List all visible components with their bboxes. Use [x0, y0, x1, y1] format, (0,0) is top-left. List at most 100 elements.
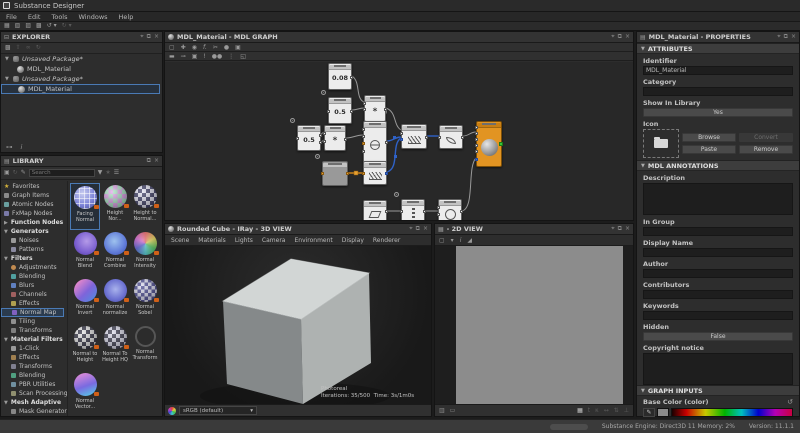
library-category-tiling[interactable]: Tiling: [1, 317, 67, 326]
library-item-normal-combine[interactable]: Normal Combine: [100, 230, 130, 277]
fit-icon[interactable]: ▢: [439, 237, 445, 244]
library-category-fxmap-nodes[interactable]: FxMap Nodes: [1, 209, 67, 218]
menu-environment[interactable]: Environment: [294, 237, 332, 244]
hidden-toggle[interactable]: False: [643, 332, 793, 341]
new-graph-icon[interactable]: ▧: [15, 22, 21, 30]
comment-icon[interactable]: ▬: [169, 53, 175, 60]
library-category-channels[interactable]: Channels: [1, 290, 67, 299]
library-item-normal-intensity[interactable]: Normal Intensity: [130, 230, 160, 277]
graph-node-constant-05b[interactable]: 0.5: [297, 125, 321, 151]
library-category-adjustments[interactable]: Adjustments: [1, 263, 67, 272]
menu-camera[interactable]: Camera: [262, 237, 286, 244]
library-item-normal-normalize[interactable]: Normal normalize: [100, 277, 130, 324]
refresh-icon[interactable]: ↻: [13, 169, 18, 177]
tree-package-2[interactable]: ▼ Unsaved Package*: [1, 74, 162, 84]
search-input[interactable]: [29, 169, 95, 177]
graph-node-curve[interactable]: [363, 121, 387, 163]
library-category-blurs[interactable]: Blurs: [1, 281, 67, 290]
in-group-field[interactable]: [643, 227, 793, 236]
library-category-normal-map[interactable]: Normal Map: [1, 308, 64, 317]
contributors-field[interactable]: [643, 290, 793, 299]
graph-node-material-output[interactable]: [476, 121, 502, 167]
tree-package-1[interactable]: ▼ Unsaved Package*: [1, 54, 162, 64]
graph-node-surface[interactable]: [439, 125, 463, 149]
author-field[interactable]: [643, 269, 793, 278]
move-icon[interactable]: ✚: [181, 44, 186, 51]
info-icon[interactable]: i: [21, 143, 23, 151]
float-icon[interactable]: ⧉: [147, 33, 151, 41]
paste-button[interactable]: Paste: [682, 145, 736, 154]
section-attributes[interactable]: ▼ ATTRIBUTES: [637, 43, 799, 54]
menu-tools[interactable]: Tools: [51, 13, 67, 21]
float-icon[interactable]: ⧉: [416, 225, 420, 233]
fit-view-icon[interactable]: ▢: [169, 44, 175, 51]
show-in-library-toggle[interactable]: Yes: [643, 108, 793, 117]
menu-edit[interactable]: Edit: [28, 13, 41, 21]
menu-help[interactable]: Help: [119, 13, 134, 21]
menu-windows[interactable]: Windows: [79, 13, 108, 21]
close-icon[interactable]: ×: [625, 225, 630, 233]
chevron-down-icon[interactable]: ▼: [5, 76, 10, 82]
keywords-field[interactable]: [643, 311, 793, 320]
library-category-blending-2[interactable]: Blending: [1, 371, 67, 380]
link-mode-icon[interactable]: ⊸: [181, 53, 186, 60]
preview-icon[interactable]: ▣: [192, 53, 198, 60]
library-category-generators[interactable]: ▼Generators: [1, 227, 67, 236]
remove-button[interactable]: Remove: [739, 145, 793, 154]
colorspace-select[interactable]: sRGB (default) ▾: [179, 406, 257, 415]
section-graph-inputs[interactable]: ▼ GRAPH INPUTS: [637, 385, 799, 396]
library-item-normal-invert[interactable]: Normal Invert: [70, 277, 100, 324]
save-icon[interactable]: ▩: [36, 22, 42, 30]
arrow-icon[interactable]: ↔: [604, 407, 609, 414]
screenshot-icon[interactable]: ◉: [192, 44, 197, 51]
save-package-icon[interactable]: ▩: [5, 44, 11, 52]
browse-button[interactable]: Browse: [682, 133, 736, 142]
reset-icon[interactable]: ↺: [787, 398, 793, 406]
library-category-function-nodes[interactable]: ▶Function Nodes: [1, 218, 67, 227]
new-package-icon[interactable]: ▦: [4, 22, 10, 30]
cut-links-icon[interactable]: ✂: [213, 44, 218, 51]
grid-icon[interactable]: ▦: [577, 407, 583, 414]
channels-k-icon[interactable]: κ: [595, 407, 599, 414]
graph-node-swizzle[interactable]: [401, 199, 425, 220]
library-item-height-normal[interactable]: Height Nor...: [100, 183, 130, 230]
color-swatch[interactable]: [657, 408, 669, 417]
section-mdl-annotations[interactable]: ▼ MDL ANNOTATIONS: [637, 160, 799, 171]
pin-icon[interactable]: ⌖: [611, 225, 614, 233]
icon-dropzone[interactable]: [643, 129, 679, 158]
library-category-blending[interactable]: Blending: [1, 272, 67, 281]
zoom-select[interactable]: ▾: [451, 237, 454, 244]
library-item-normal-transform[interactable]: Normal Transform: [130, 324, 160, 371]
channels-r-icon[interactable]: t: [588, 407, 590, 414]
edit-icon[interactable]: ✎: [21, 169, 26, 177]
pin-icon[interactable]: ⌖: [611, 33, 614, 41]
menu-materials[interactable]: Materials: [198, 237, 226, 244]
library-category-mask-generators[interactable]: Mask Generators: [1, 407, 67, 416]
library-category-pbr-utilities[interactable]: PBR Utilities: [1, 380, 67, 389]
library-category-patterns[interactable]: Patterns: [1, 245, 67, 254]
float-icon[interactable]: ⧉: [618, 225, 622, 233]
close-icon[interactable]: ×: [625, 33, 630, 41]
snap-icon[interactable]: ◱: [240, 53, 246, 60]
tree-material-2-selected[interactable]: MDL_Material: [1, 84, 160, 94]
graph-view-icon[interactable]: ⊶: [6, 143, 13, 151]
tree-material-1[interactable]: MDL_Material: [1, 64, 162, 74]
library-item-normal-to-height-hq[interactable]: Normal To Height HQ: [100, 324, 130, 371]
undo-icon[interactable]: ↺ ▾: [47, 22, 57, 30]
pin-icon[interactable]: ⌖: [140, 33, 143, 41]
library-category-effects[interactable]: Effects: [1, 299, 67, 308]
filter-icon[interactable]: ▼: [98, 169, 103, 177]
view2d-viewport[interactable]: [435, 246, 633, 406]
close-icon[interactable]: ×: [423, 225, 428, 233]
tile-icon[interactable]: ▥: [439, 407, 445, 414]
info-icon[interactable]: i: [460, 237, 462, 244]
view-mode-icon[interactable]: ☰: [114, 169, 119, 177]
graph-node-multiply-2[interactable]: *: [324, 125, 346, 151]
toggle-icon[interactable]: ▭: [450, 407, 456, 414]
library-category-transforms-2[interactable]: Transforms: [1, 362, 67, 371]
graph-node-constant-05a[interactable]: 0.5: [328, 97, 352, 124]
close-icon[interactable]: ×: [791, 33, 796, 41]
description-textarea[interactable]: [643, 183, 793, 215]
favorite-filter-icon[interactable]: ★: [105, 169, 110, 177]
menu-lights[interactable]: Lights: [235, 237, 253, 244]
